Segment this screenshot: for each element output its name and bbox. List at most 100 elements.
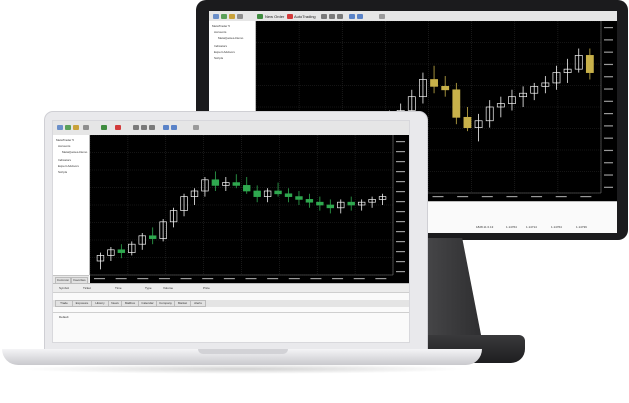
laptop-chart-svg [90, 135, 409, 283]
laptop-price-chart[interactable] [90, 135, 409, 283]
laptop-navigator-panel: MetaTrader 5 Accounts MetaQuotes-Demo In… [53, 135, 90, 275]
price-tick-label [604, 162, 613, 164]
new-order-icon[interactable] [257, 14, 263, 19]
navigator-icon[interactable] [229, 14, 235, 19]
terminal-divider [53, 312, 409, 313]
terminal-tab[interactable]: News [108, 300, 122, 307]
autotrading-icon[interactable] [287, 14, 293, 19]
navigator-item[interactable]: MetaTrader 5 [56, 138, 74, 142]
price-tick-label [604, 39, 613, 41]
time-tick-label [158, 278, 170, 280]
laptop-terminal-panel: Symbol Ticket Time Type Volume Price Tra… [53, 283, 409, 342]
terminal-header: Time [115, 286, 122, 290]
time-tick-label [94, 278, 105, 280]
price-tick-label [604, 76, 613, 78]
terminal-value: 1.14764 [506, 225, 517, 229]
price-tick-label [604, 137, 613, 139]
time-tick-label [223, 278, 235, 280]
terminal-tab[interactable]: Mailbox [121, 300, 139, 307]
terminal-tab[interactable]: Exposure [72, 300, 92, 307]
price-tick-label [396, 161, 405, 163]
laptop-screen: MetaTrader 5 Accounts MetaQuotes-Demo In… [52, 120, 410, 343]
navigator-item[interactable]: Expert Advisors [58, 164, 79, 168]
line-chart-icon[interactable] [149, 125, 155, 130]
terminal-tab[interactable]: Company [156, 300, 175, 307]
new-order-button[interactable]: New Order [265, 14, 284, 19]
zoom-out-icon[interactable] [357, 14, 363, 19]
navigator-item[interactable]: MetaQuotes-Demo [218, 36, 243, 40]
price-tick-label [396, 171, 405, 173]
price-scale [393, 135, 409, 283]
price-tick-label [604, 100, 613, 102]
zoom-in-icon[interactable] [349, 14, 355, 19]
crosshair-icon[interactable] [193, 125, 199, 130]
price-scale [601, 21, 617, 201]
price-tick-label [604, 186, 613, 188]
price-tick-label [604, 149, 613, 152]
autotrading-icon[interactable] [115, 125, 121, 130]
navigator-item[interactable]: Scripts [58, 170, 67, 174]
new-chart-icon[interactable] [213, 14, 219, 19]
time-tick-label [137, 278, 149, 280]
zoom-out-icon[interactable] [171, 125, 177, 130]
data-window-icon[interactable] [83, 125, 89, 130]
price-tick-label [604, 88, 613, 90]
status-bar-profile: Default [59, 315, 69, 319]
terminal-tab[interactable]: Market [174, 300, 191, 307]
profiles-icon[interactable] [221, 14, 227, 19]
candle-body [243, 185, 251, 192]
price-tick-label [396, 141, 405, 143]
candle-body [211, 179, 220, 186]
time-tick-label [245, 278, 257, 280]
terminal-value: 1.14739 [576, 225, 587, 229]
bar-chart-icon[interactable] [321, 14, 327, 19]
laptop-shadow [18, 364, 468, 374]
price-tick-label [396, 251, 405, 253]
terminal-tab[interactable]: History [91, 300, 109, 307]
price-tick-label [604, 174, 613, 176]
candle-body [305, 199, 314, 203]
time-tick-label [353, 278, 365, 280]
terminal-tab[interactable]: Calendar [138, 300, 157, 307]
navigator-item[interactable]: Expert Advisors [214, 50, 235, 54]
terminal-header: Type [145, 286, 152, 290]
autotrading-button[interactable]: AutoTrading [294, 14, 316, 19]
laptop-notch [198, 349, 288, 354]
navigator-item[interactable]: MetaQuotes-Demo [62, 150, 87, 154]
candle-body [284, 193, 293, 197]
terminal-value: 1.14714 [526, 225, 537, 229]
time-tick-label [375, 278, 387, 280]
terminal-tab[interactable]: Trade [55, 300, 73, 307]
navigator-item[interactable]: Scripts [214, 56, 223, 60]
bar-chart-icon[interactable] [133, 125, 139, 130]
line-chart-icon[interactable] [337, 14, 343, 19]
navigator-icon[interactable] [73, 125, 79, 130]
price-tick-label [396, 221, 405, 223]
candlestick-icon[interactable] [141, 125, 147, 130]
navigator-item[interactable]: Indicators [58, 158, 71, 162]
data-window-icon[interactable] [237, 14, 243, 19]
profiles-icon[interactable] [65, 125, 71, 130]
time-tick-label [580, 196, 592, 198]
terminal-tab[interactable]: Alerts [190, 300, 206, 307]
terminal-header: Volume [163, 286, 174, 290]
laptop-toolbar [53, 121, 409, 136]
zoom-in-icon[interactable] [163, 125, 169, 130]
crosshair-icon[interactable] [379, 14, 385, 19]
candle-body [232, 182, 240, 186]
new-chart-icon[interactable] [57, 125, 63, 130]
candle-body [326, 204, 335, 209]
time-tick-label [288, 278, 300, 280]
navigator-item[interactable]: Indicators [214, 44, 227, 48]
price-tick-label [604, 51, 613, 53]
navigator-item[interactable]: Accounts [214, 30, 226, 34]
navigator-item[interactable]: MetaTrader 5 [212, 24, 230, 28]
time-tick-label [267, 278, 279, 280]
time-tick-label [332, 278, 344, 280]
time-tick-label [115, 278, 127, 280]
new-order-icon[interactable] [101, 125, 107, 130]
terminal-value: 1.14764 [551, 225, 562, 229]
price-tick-label [396, 201, 405, 203]
candlestick-icon[interactable] [329, 14, 335, 19]
navigator-item[interactable]: Accounts [58, 144, 70, 148]
